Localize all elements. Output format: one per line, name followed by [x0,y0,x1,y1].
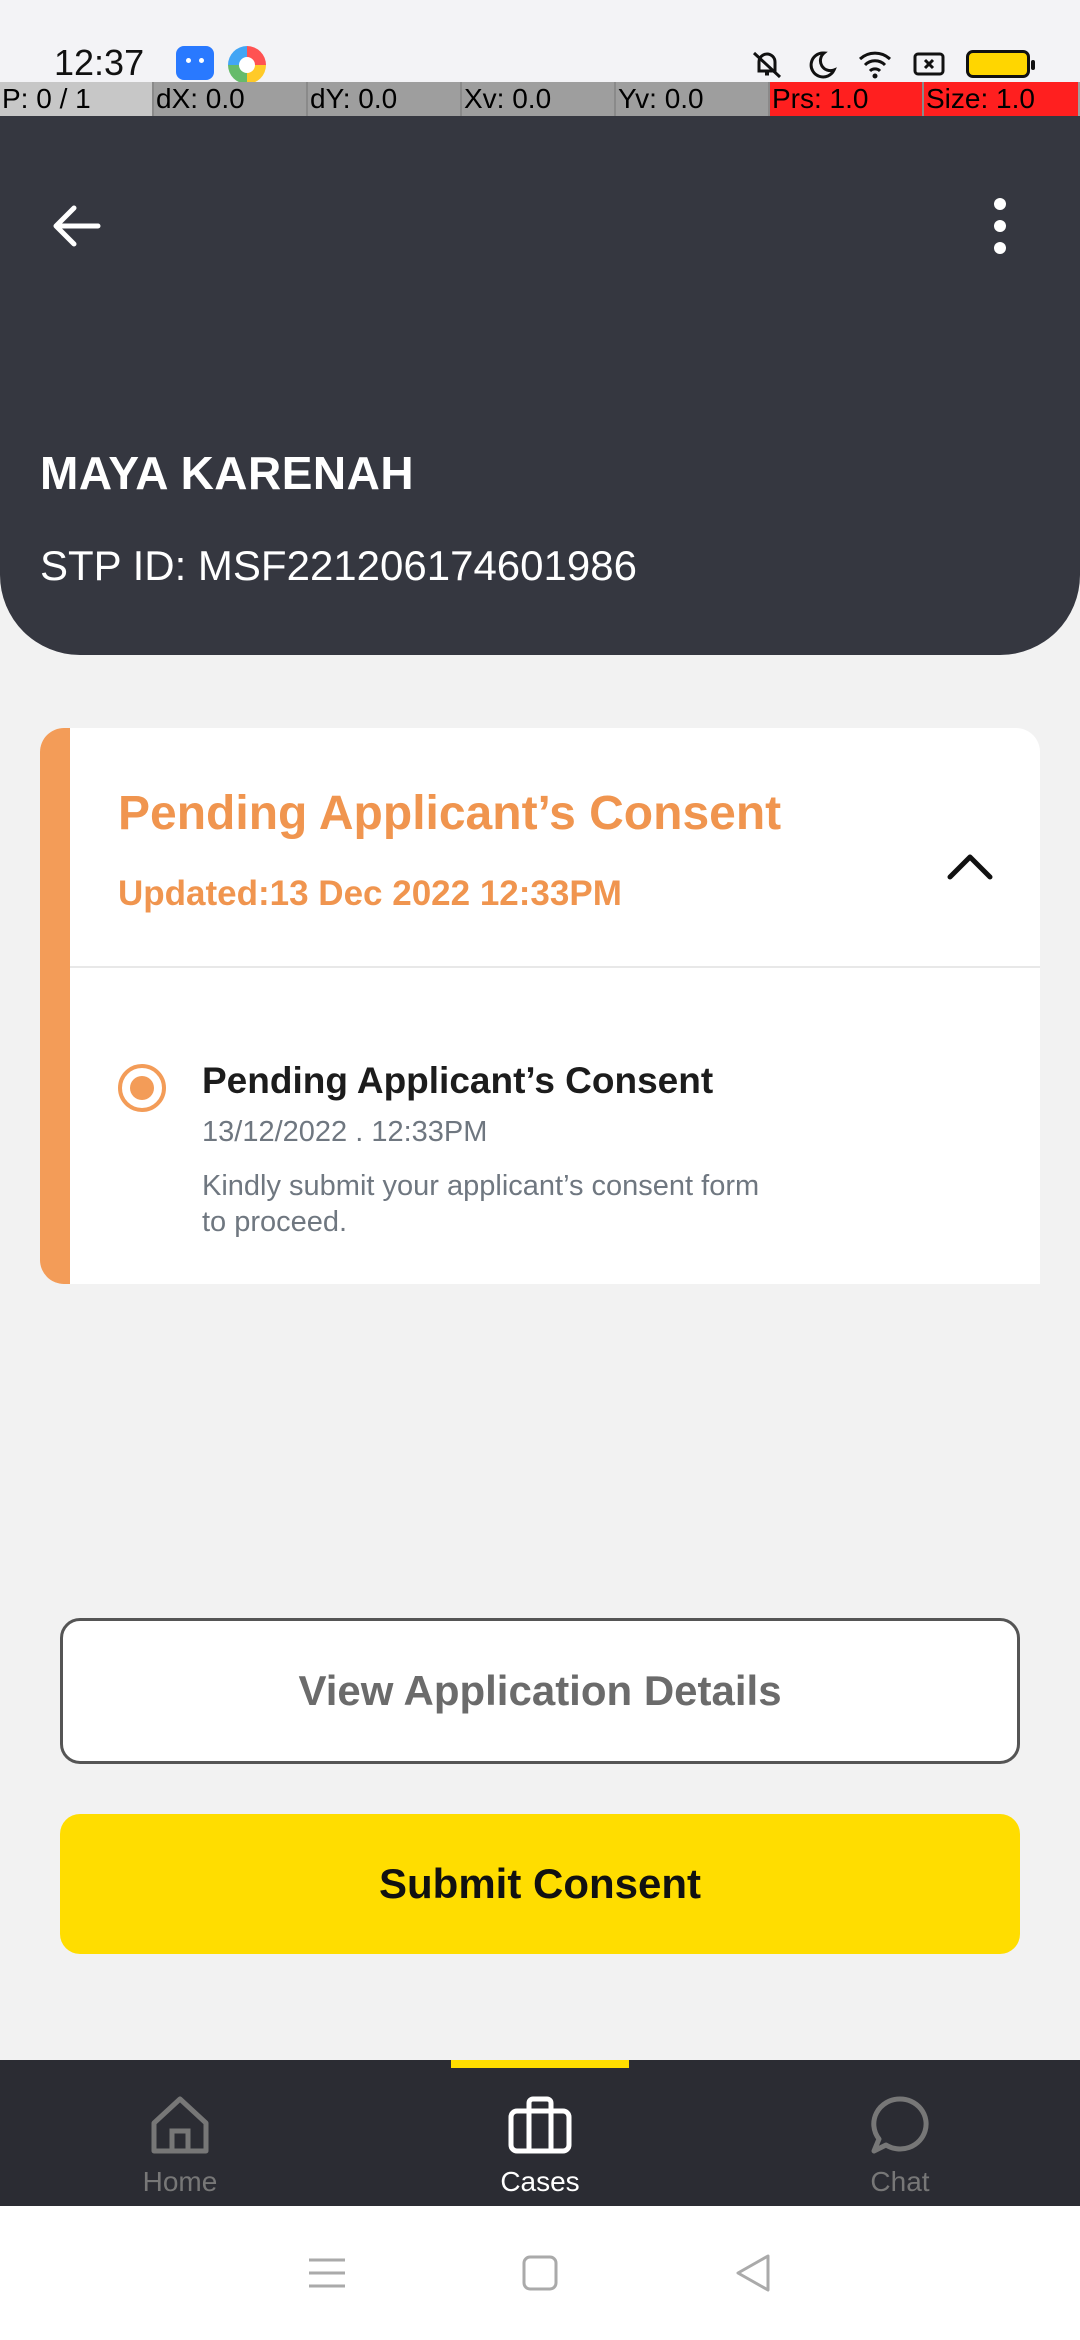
screen-record-icon [913,52,945,76]
system-navigation-bar [0,2206,1080,2340]
menu-icon[interactable] [297,2243,357,2303]
nav-item-cases[interactable]: Cases [360,2060,720,2206]
briefcase-icon [505,2090,575,2160]
status-accent-bar [40,728,70,1284]
nav-label-home: Home [142,2166,218,2197]
bottom-navigation: Home Cases Chat [0,2060,1080,2206]
do-not-disturb-icon [809,51,837,79]
more-vertical-icon [994,198,1006,254]
browser-notification-icon [228,46,266,84]
home-square-icon[interactable] [510,2243,570,2303]
home-icon [145,2090,215,2160]
debug-dx: dX: 0.0 [154,82,308,116]
case-header: MAYA KARENAH STP ID: MSF221206174601986 [0,116,1080,655]
back-triangle-icon[interactable] [723,2243,783,2303]
back-button[interactable] [36,186,116,266]
step-title: Pending Applicant’s Consent [202,1060,714,1101]
status-card-header[interactable]: Pending Applicant’s Consent Updated:13 D… [70,728,1040,968]
step-date: 13/12/2022 . 12:33PM [202,1116,488,1148]
status-time: 12:37 [54,42,145,83]
nav-label-cases: Cases [500,2166,580,2197]
wifi-icon [858,51,892,79]
mute-icon [752,51,782,79]
nav-item-chat[interactable]: Chat [720,2060,1080,2206]
nav-item-home[interactable]: Home [0,2060,360,2206]
chevron-up-icon [947,854,993,880]
battery-icon [966,50,1035,78]
arrow-left-icon [53,205,101,247]
pointer-debug-bar: P: 0 / 1 dX: 0.0 dY: 0.0 Xv: 0.0 Yv: 0.0… [0,82,1080,116]
submit-consent-button[interactable]: Submit Consent [60,1814,1020,1954]
applicant-name: MAYA KARENAH [40,447,415,499]
nav-label-chat: Chat [870,2166,930,2197]
stp-id: STP ID: MSF221206174601986 [40,542,637,589]
step-description: Kindly submit your applicant’s consent f… [202,1170,760,1238]
debug-yv: Yv: 0.0 [616,82,770,116]
active-tab-indicator [451,2060,629,2068]
collapse-button[interactable] [940,836,1000,896]
status-title: Pending Applicant’s Consent [118,787,782,840]
debug-pointer-count: P: 0 / 1 [0,82,154,116]
android-notification-icon [176,46,214,80]
status-icons [750,44,1080,84]
status-updated: Updated:13 Dec 2022 12:33PM [118,874,622,913]
debug-pressure: Prs: 1.0 [770,82,924,116]
step-status-indicator [118,1064,166,1112]
more-options-button[interactable] [960,186,1040,266]
status-bar: 12:37 [0,0,1080,84]
debug-dy: dY: 0.0 [308,82,462,116]
debug-xv: Xv: 0.0 [462,82,616,116]
view-application-details-button[interactable]: View Application Details [60,1618,1020,1764]
debug-size: Size: 1.0 [924,82,1078,116]
chat-bubble-icon [865,2090,935,2160]
